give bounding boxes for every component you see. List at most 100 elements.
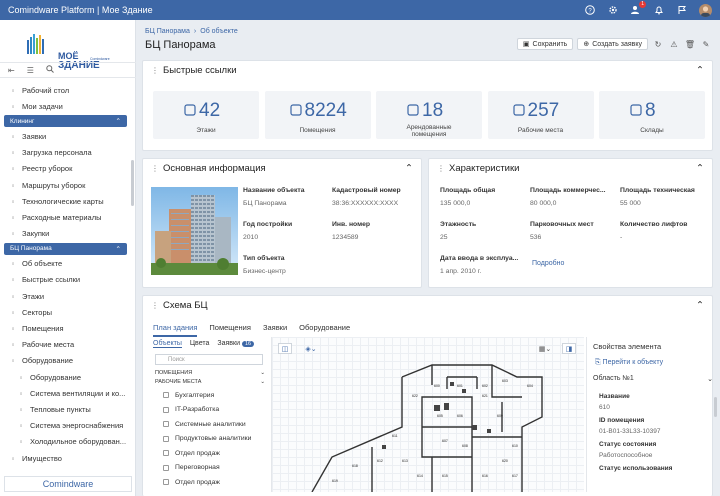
schema-tab-0[interactable]: План здания [153,323,198,337]
tree-section-rooms[interactable]: ПОМЕЩЕНИЯ ⌄ [155,370,265,379]
checkbox[interactable] [163,406,169,413]
room-label[interactable]: 605 [437,414,443,418]
room-label[interactable]: 620 [502,459,508,463]
users-icon[interactable]: 1 [629,1,646,17]
edit-icon[interactable]: ✎ [700,38,712,50]
sidebar-scrollbar[interactable] [131,160,134,206]
search-icon[interactable] [46,65,54,75]
tree-section-workplaces[interactable]: РАБОЧИЕ МЕСТА ⌄ [155,379,265,388]
sidebar-item-sidebar-group1_items-4[interactable]: ▫ Технологические карты [0,193,131,209]
drag-handle-icon[interactable]: ⋮ [151,301,159,310]
properties-scrollbar[interactable] [714,397,717,417]
sidebar-item-sidebar-group2_items-0[interactable]: ▫ Об объекте [0,256,131,272]
sidebar-item-sidebar-group2_items-4[interactable]: ▫ Помещения [0,320,131,336]
room-label[interactable]: 609 [497,414,503,418]
tree-item[interactable]: Бухгалтерия [155,388,265,403]
checkbox[interactable] [163,464,169,471]
room-label[interactable]: 600 [434,384,440,388]
room-label[interactable]: 607 [442,439,448,443]
room-label[interactable]: 612 [377,459,383,463]
breadcrumb-2[interactable]: Об объекте [200,28,238,35]
sidebar-item-sidebar-group1_items-6[interactable]: ▫ Закупки [0,226,131,242]
warning-icon[interactable]: ⚠ [668,38,680,50]
sidebar-item-sidebar-equipment_items-1[interactable]: ▫ Система вентиляции и ко... [0,385,131,401]
sidebar-group-cleaning[interactable]: Клининг ⌃ [4,115,127,128]
create-request-button[interactable]: ⊕ Создать заявку [577,38,648,50]
details-link[interactable]: Подробно [532,260,564,267]
quick-link-tile-0[interactable]: 42 Этажи [153,91,259,139]
sidebar-item-sidebar-group1_items-0[interactable]: ▫ Заявки [0,128,131,144]
room-label[interactable]: 614 [417,474,423,478]
room-label[interactable]: 616 [482,474,488,478]
checkbox[interactable] [163,435,169,442]
sidebar-item-sidebar-group2_items-2[interactable]: ▫ Этажи [0,288,131,304]
room-label[interactable]: 613 [402,459,408,463]
room-label[interactable]: 619 [332,479,338,483]
drag-handle-icon[interactable]: ⋮ [437,164,445,173]
schema-tab-2[interactable]: Заявки [263,323,287,337]
sidebar-item-sidebar-group2_items-6[interactable]: ▫ Оборудование [0,353,131,369]
sidebar-item-sidebar-equipment_items-2[interactable]: ▫ Тепловые пункты [0,401,131,417]
flag-icon[interactable] [675,3,689,17]
refresh-icon[interactable]: ↻ [652,38,664,50]
schema-tab-1[interactable]: Помещения [209,323,251,337]
sidebar-item-sidebar-group2_items-3[interactable]: ▫ Секторы [0,304,131,320]
chevron-up-icon[interactable]: ⌃ [696,300,704,311]
sidebar-item-sidebar-items_top-0[interactable]: ▫ Рабочий стол [0,82,131,98]
sidebar-item-sidebar-equipment_items-0[interactable]: ▫ Оборудование [0,369,131,385]
quick-link-tile-1[interactable]: 8224 Помещения [264,91,371,139]
tree-item[interactable]: Продуктовые аналитики [155,432,265,447]
subtab-objects[interactable]: Объекты [153,340,182,348]
sidebar-item-sidebar-group2_items-1[interactable]: ▫ Быстрые ссылки [0,272,131,288]
checkbox[interactable] [163,421,169,428]
breadcrumb-1[interactable]: БЦ Панорама [145,28,190,35]
delete-icon[interactable]: 🗑 [684,38,696,50]
schema-search-input[interactable]: Поиск [155,354,263,365]
tree-item[interactable]: Отдел продаж [155,446,265,461]
checkbox[interactable] [163,450,169,457]
drag-handle-icon[interactable]: ⋮ [151,66,159,75]
room-label[interactable]: 601 [457,384,463,388]
room-label[interactable]: 603 [502,379,508,383]
tree-item[interactable]: Отдел продаж [155,475,265,490]
room-label[interactable]: 621 [482,394,488,398]
room-label[interactable]: 622 [412,394,418,398]
sidebar-item-sidebar-items_top-1[interactable]: ▫ Мои задачи [0,98,131,114]
quick-link-tile-3[interactable]: 257 Рабочие места [487,91,594,139]
subtab-colors[interactable]: Цвета [190,340,210,348]
room-label[interactable]: 611 [392,434,398,438]
room-label[interactable]: 615 [442,474,448,478]
schema-tab-3[interactable]: Оборудование [299,323,350,337]
room-label[interactable]: 608 [462,444,468,448]
bell-icon[interactable] [652,3,666,17]
settings-icon[interactable] [606,3,620,17]
user-avatar[interactable] [699,3,712,17]
room-label[interactable]: 617 [512,474,518,478]
save-button[interactable]: ▣ Сохранить [516,38,574,50]
sidebar-item-property[interactable]: ▫ Имущество [0,450,131,466]
room-label[interactable]: 618 [352,464,358,468]
chevron-up-icon[interactable]: ⌃ [696,65,704,76]
room-label[interactable]: 604 [527,384,533,388]
chevron-up-icon[interactable]: ⌃ [696,163,704,174]
subtab-requests[interactable]: Заявки 16 [217,340,255,348]
sidebar-group-building[interactable]: БЦ Панорама ⌃ [4,242,127,255]
checkbox[interactable] [163,392,169,399]
room-label[interactable]: 602 [482,384,488,388]
tree-item[interactable]: Системные аналитики [155,417,265,432]
sidebar-item-sidebar-group1_items-2[interactable]: ▫ Реестр уборок [0,161,131,177]
help-icon[interactable]: ? [583,3,597,17]
quick-link-tile-4[interactable]: 8 Склады [599,91,705,139]
sidebar-item-sidebar-equipment_items-4[interactable]: ▫ Холодильное оборудован... [0,434,131,450]
collapse-icon[interactable]: ⇤ [8,66,15,75]
sidebar-item-sidebar-group1_items-3[interactable]: ▫ Маршруты уборок [0,177,131,193]
quick-link-tile-2[interactable]: 18 Арендованные помещения [376,91,482,139]
list-icon[interactable]: ☰ [27,66,34,75]
drag-handle-icon[interactable]: ⋮ [151,164,159,173]
tree-item[interactable]: Переговорная [155,461,265,476]
room-label[interactable]: 610 [512,444,518,448]
sidebar-item-sidebar-group1_items-1[interactable]: ▫ Загрузка персонала [0,145,131,161]
goto-object-link[interactable]: ⎘ Перейти к объекту [595,359,663,367]
room-label[interactable]: 606 [457,414,463,418]
sidebar-item-sidebar-group2_items-5[interactable]: ▫ Рабочие места [0,337,131,353]
